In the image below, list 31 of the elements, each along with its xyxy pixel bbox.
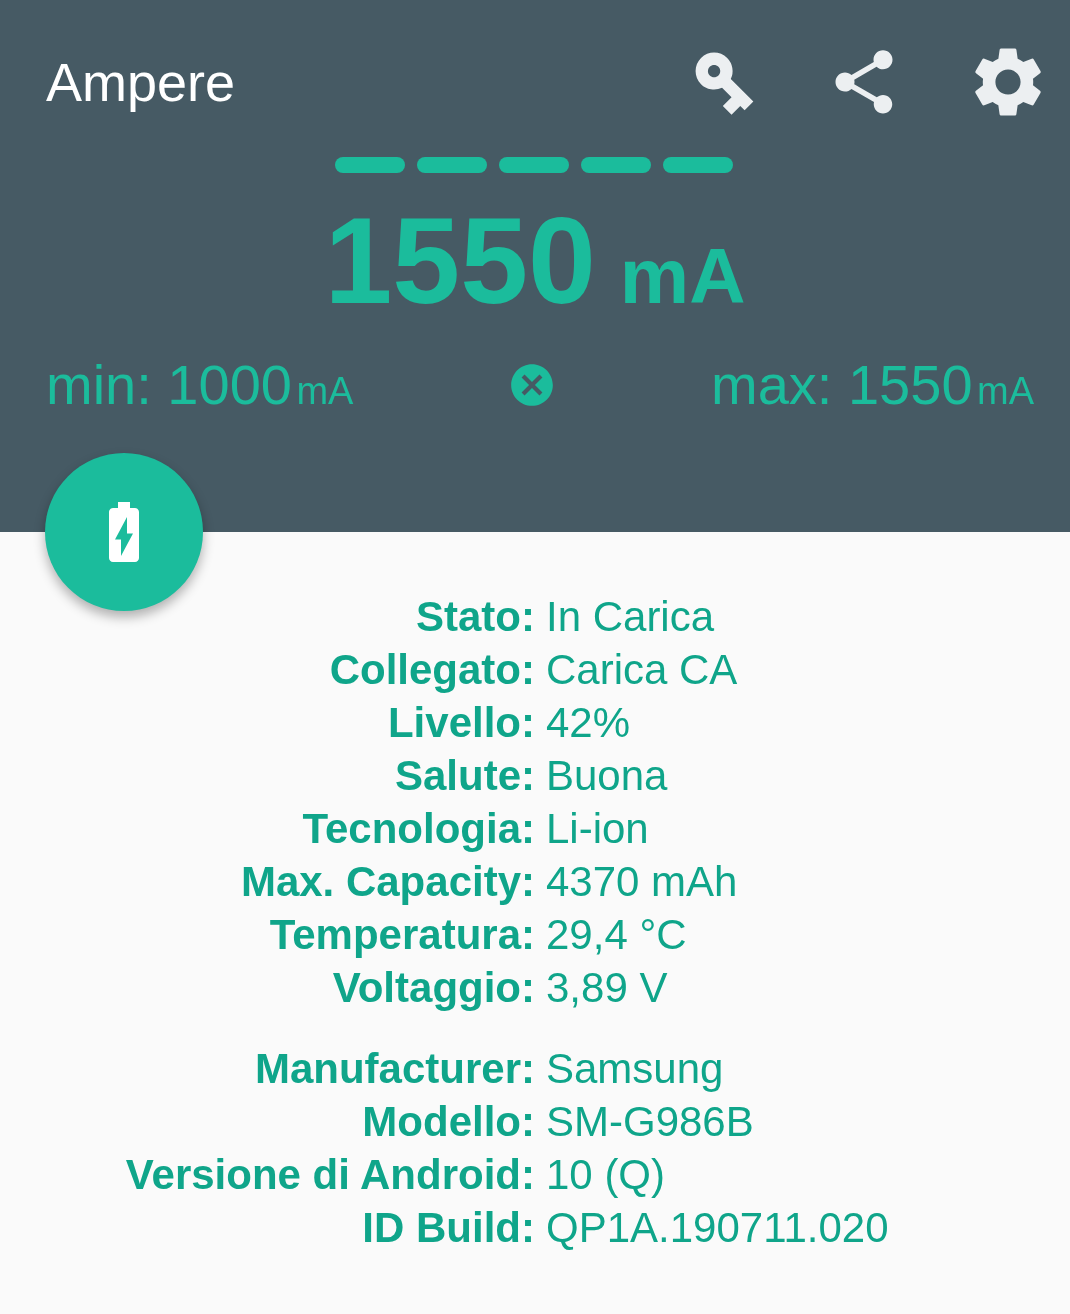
max-unit: mA	[977, 370, 1034, 412]
info-value: 4370 mAh	[546, 857, 739, 907]
info-label: Collegato:	[329, 645, 535, 695]
info-value: 42%	[546, 698, 632, 748]
info-value: 29,4 °C	[546, 910, 688, 960]
info-value: 10 (Q)	[546, 1150, 667, 1200]
current-reading: 1550	[324, 200, 596, 322]
info-label: Tecnologia:	[302, 804, 535, 854]
info-label: Modello:	[362, 1097, 535, 1147]
info-label: Max. Capacity:	[240, 857, 535, 907]
info-value: Li-ion	[546, 804, 650, 854]
min-unit: mA	[296, 370, 354, 412]
max-reading: max: 1550	[711, 353, 973, 416]
info-value: Carica CA	[546, 645, 739, 695]
info-label: Voltaggio:	[332, 963, 535, 1013]
info-label: Livello:	[387, 698, 535, 748]
info-value: SM-G986B	[546, 1097, 755, 1147]
info-value: 3,89 V	[546, 963, 669, 1013]
info-label: Salute:	[394, 751, 535, 801]
info-label: Temperatura:	[269, 910, 535, 960]
min-reading: min: 1000	[46, 353, 292, 416]
info-value: In Carica	[546, 592, 716, 642]
app-title: Ampere	[46, 51, 237, 113]
info-label: Manufacturer:	[254, 1044, 535, 1094]
info-label: Stato:	[416, 592, 535, 642]
info-label: ID Build:	[362, 1203, 535, 1253]
info-value: Buona	[546, 751, 669, 801]
current-unit: mA	[619, 237, 746, 315]
info-value: Samsung	[546, 1044, 725, 1094]
info-label: Versione di Android:	[125, 1150, 535, 1200]
info-value: QP1A.190711.020	[546, 1203, 890, 1253]
